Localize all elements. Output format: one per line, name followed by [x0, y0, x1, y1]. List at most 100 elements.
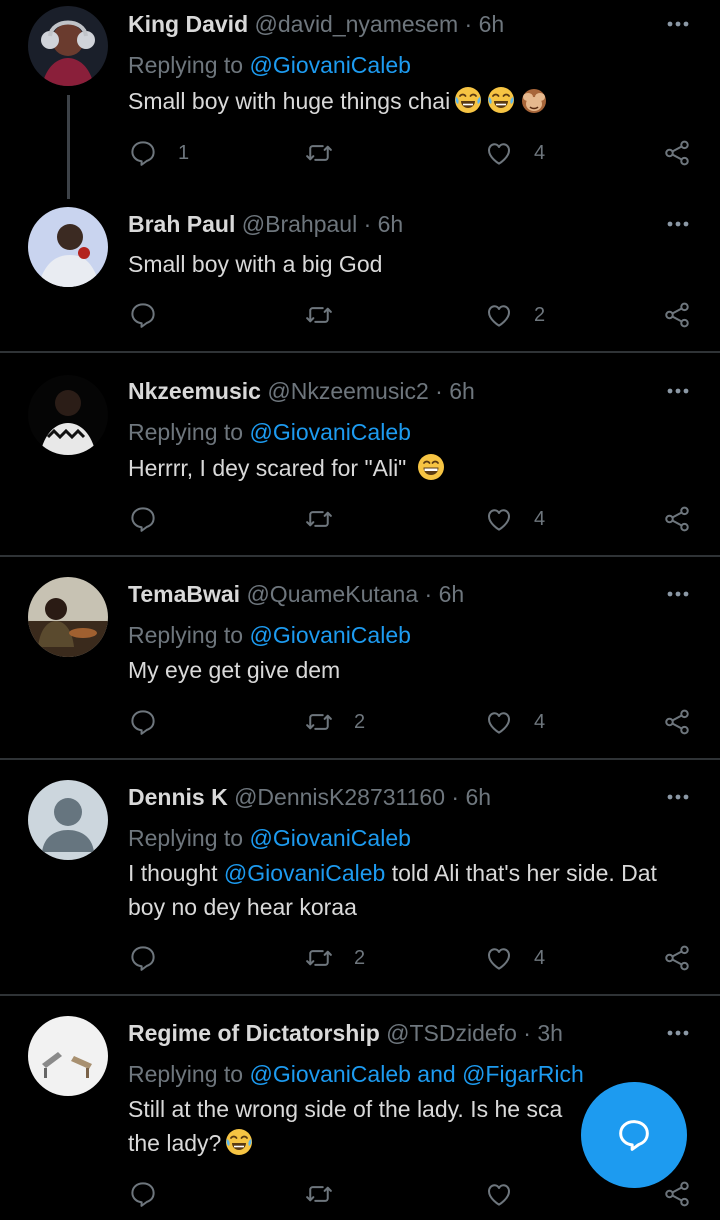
more-dots-icon[interactable] — [664, 214, 692, 234]
compose-reply-button[interactable] — [581, 1082, 687, 1188]
share-icon — [662, 943, 692, 973]
heart-icon — [484, 707, 514, 737]
mention-link[interactable]: @FigarRich — [462, 1061, 584, 1087]
tweet-header: Nkzeemusic @Nkzeemusic2 · 6h — [128, 377, 475, 405]
heart-icon — [484, 504, 514, 534]
compose-reply-icon — [619, 1120, 649, 1151]
like-button[interactable]: 2 — [484, 299, 545, 331]
share-button[interactable] — [662, 299, 692, 331]
display-name[interactable]: Brah Paul — [128, 211, 235, 237]
reply-button[interactable] — [128, 1178, 178, 1210]
reply-button[interactable] — [128, 706, 178, 738]
mention-link[interactable]: @GiovaniCaleb — [249, 825, 410, 851]
replying-and-label: and — [417, 1061, 456, 1087]
like-count: 4 — [534, 507, 546, 530]
tweet-header: King David @david_nyamesem · 6h — [128, 10, 504, 38]
retweet-button[interactable]: 2 — [304, 942, 365, 974]
replying-to-label: Replying to — [128, 52, 244, 78]
tweet-text: I thought @GiovaniCaleb told Ali that's … — [128, 856, 698, 924]
avatar[interactable] — [28, 780, 108, 860]
more-dots-icon[interactable] — [664, 14, 692, 34]
tweet-actions: 2 4 — [128, 706, 698, 738]
heart-icon — [484, 1179, 514, 1209]
share-button[interactable] — [662, 706, 692, 738]
more-dots-icon[interactable] — [664, 787, 692, 807]
avatar[interactable] — [28, 375, 108, 455]
share-button[interactable] — [662, 137, 692, 169]
retweet-icon — [304, 138, 334, 168]
share-icon — [662, 300, 692, 330]
speech-bubble-icon — [128, 138, 158, 168]
display-name[interactable]: Regime of Dictatorship — [128, 1020, 380, 1046]
reply-button[interactable] — [128, 503, 178, 535]
tweet-text-content: Herrrr, I dey scared for "Ali" — [128, 455, 407, 481]
avatar[interactable] — [28, 1016, 108, 1096]
like-count: 4 — [534, 946, 546, 969]
user-handle[interactable]: @QuameKutana — [246, 581, 418, 607]
mention-link[interactable]: @GiovaniCaleb — [249, 1061, 410, 1087]
replying-to-label: Replying to — [128, 622, 244, 648]
face-with-tears-of-joy-emoji-icon — [224, 1127, 254, 1157]
tweet-text-content: Small boy with a big God — [128, 251, 383, 277]
timestamp[interactable]: 6h — [465, 784, 491, 810]
display-name[interactable]: Dennis K — [128, 784, 228, 810]
user-handle[interactable]: @Nkzeemusic2 — [267, 378, 428, 404]
retweet-icon — [304, 300, 334, 330]
separator-dot: · — [363, 211, 372, 237]
timestamp[interactable]: 6h — [449, 378, 475, 404]
user-handle[interactable]: @DennisK28731160 — [234, 784, 445, 810]
like-count: 4 — [534, 141, 546, 164]
reply-button[interactable] — [128, 299, 178, 331]
retweet-button[interactable] — [304, 1178, 354, 1210]
more-dots-icon[interactable] — [664, 1023, 692, 1043]
replying-to-line: Replying to @GiovaniCaleb — [128, 621, 411, 649]
more-dots-icon[interactable] — [664, 584, 692, 604]
like-button[interactable]: 4 — [484, 942, 545, 974]
tweet-text: Small boy with huge things chai — [128, 84, 698, 118]
user-handle[interactable]: @TSDzidefo — [386, 1020, 517, 1046]
more-dots-icon[interactable] — [664, 381, 692, 401]
tweet-actions: 2 4 — [128, 942, 698, 974]
mention-link[interactable]: @GiovaniCaleb — [224, 860, 385, 886]
separator-dot: · — [464, 11, 473, 37]
display-name[interactable]: King David — [128, 11, 248, 37]
user-handle[interactable]: @david_nyamesem — [255, 11, 459, 37]
timestamp[interactable]: 3h — [537, 1020, 563, 1046]
speech-bubble-icon — [128, 504, 158, 534]
display-name[interactable]: TemaBwai — [128, 581, 240, 607]
retweet-button[interactable]: 2 — [304, 706, 365, 738]
face-with-tears-of-joy-emoji-icon — [486, 85, 516, 115]
avatar[interactable] — [28, 207, 108, 287]
avatar[interactable] — [28, 577, 108, 657]
like-button[interactable]: 4 — [484, 706, 545, 738]
retweet-button[interactable] — [304, 137, 354, 169]
mention-link[interactable]: @GiovaniCaleb — [249, 419, 410, 445]
user-handle[interactable]: @Brahpaul — [242, 211, 357, 237]
tweet-text-content: My eye get give dem — [128, 657, 341, 683]
mention-link[interactable]: @GiovaniCaleb — [249, 52, 410, 78]
share-button[interactable] — [662, 503, 692, 535]
mention-link[interactable]: @GiovaniCaleb — [249, 622, 410, 648]
tweet-header: TemaBwai @QuameKutana · 6h — [128, 580, 464, 608]
see-no-evil-monkey-emoji-icon — [519, 85, 549, 115]
timestamp[interactable]: 6h — [439, 581, 465, 607]
retweet-count: 2 — [354, 710, 366, 733]
replying-to-label: Replying to — [128, 825, 244, 851]
like-button[interactable]: 4 — [484, 137, 545, 169]
reply-button[interactable] — [128, 942, 178, 974]
retweet-button[interactable] — [304, 299, 354, 331]
share-button[interactable] — [662, 942, 692, 974]
like-button[interactable] — [484, 1178, 534, 1210]
timestamp[interactable]: 6h — [479, 11, 505, 37]
tweet-actions: 4 — [128, 503, 698, 535]
reply-button[interactable]: 1 — [128, 137, 189, 169]
retweet-icon — [304, 504, 334, 534]
avatar[interactable] — [28, 6, 108, 86]
replying-to-line: Replying to @GiovaniCaleb and @FigarRich — [128, 1060, 584, 1088]
separator-dot: · — [451, 784, 460, 810]
retweet-button[interactable] — [304, 503, 354, 535]
timestamp[interactable]: 6h — [378, 211, 404, 237]
share-button[interactable] — [662, 1178, 692, 1210]
like-button[interactable]: 4 — [484, 503, 545, 535]
display-name[interactable]: Nkzeemusic — [128, 378, 261, 404]
